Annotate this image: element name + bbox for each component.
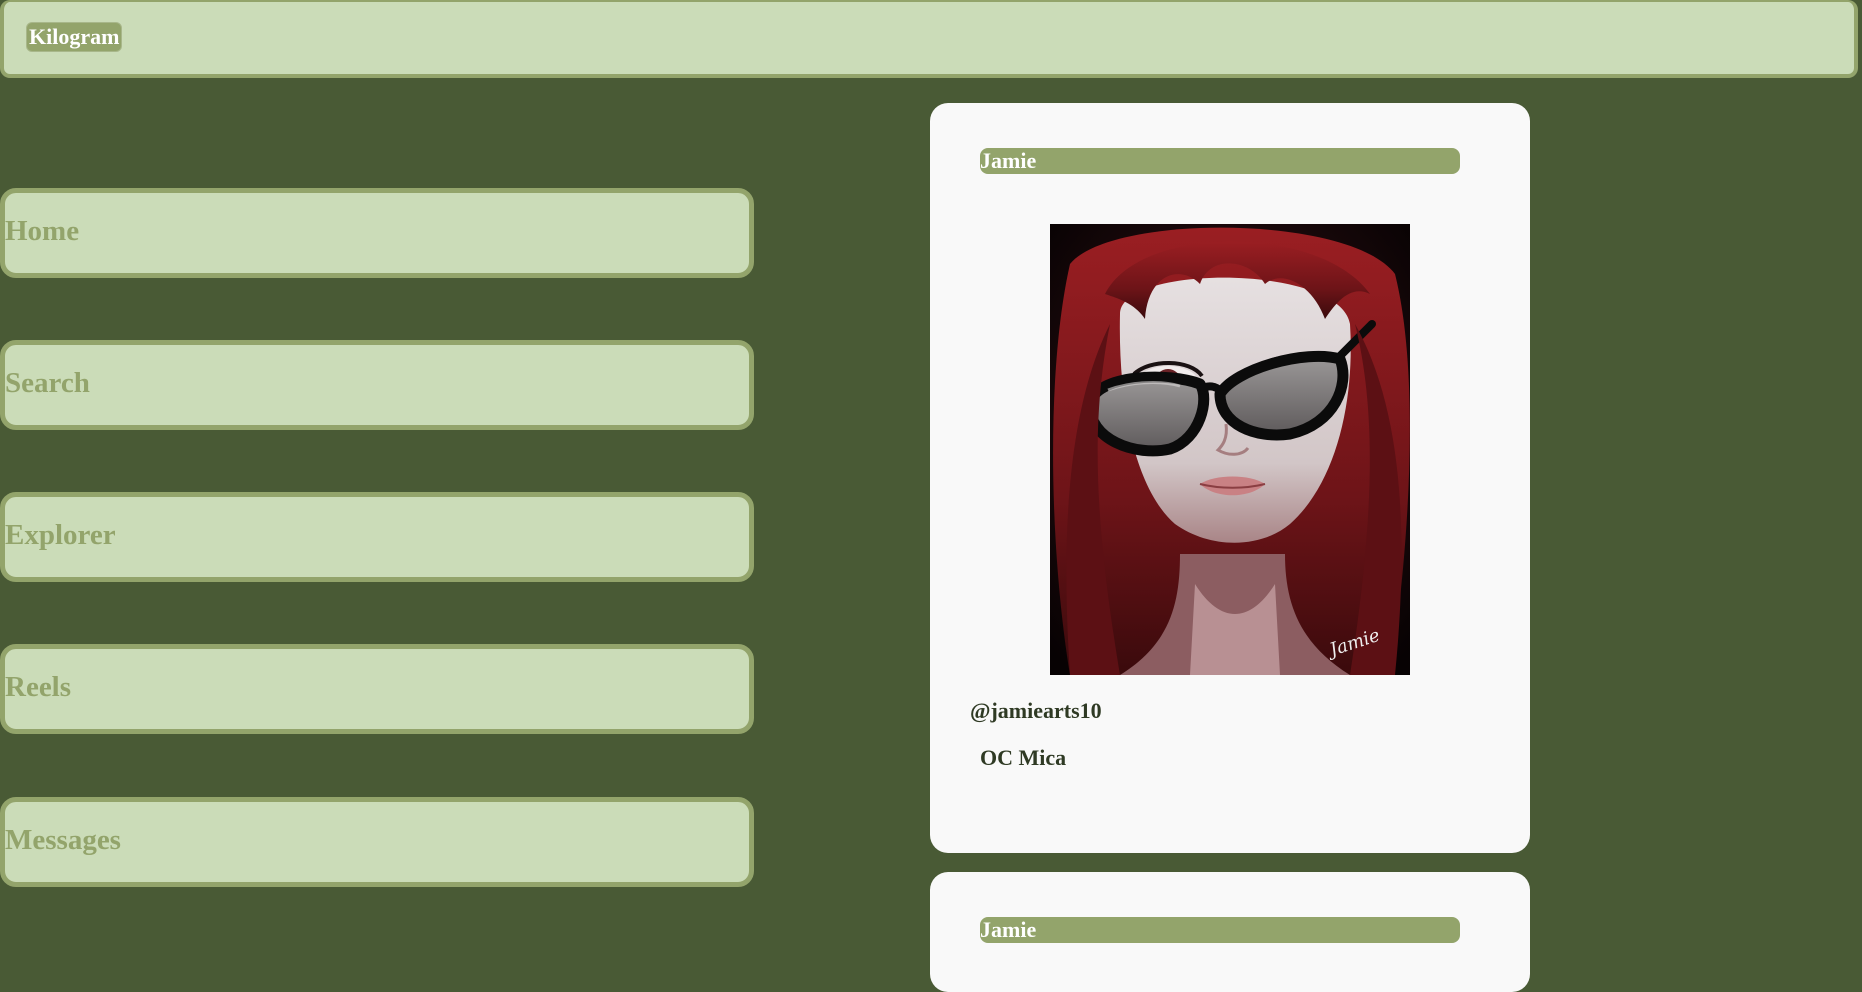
post-caption: OC Mica xyxy=(980,745,1067,770)
post-handle-link[interactable]: @jamiearts10 xyxy=(970,697,1102,725)
post-author[interactable]: Jamie xyxy=(980,148,1460,174)
top-bar: Kilogram xyxy=(0,0,1858,78)
portrait-illustration: Jamie xyxy=(1050,224,1410,675)
post-card: Jamie xyxy=(930,103,1530,853)
app-logo[interactable]: Kilogram xyxy=(26,22,123,52)
nav-item-label: Reels xyxy=(5,671,72,703)
nav-item-label: Messages xyxy=(5,824,121,856)
nav-item-messages[interactable]: Messages xyxy=(0,797,754,887)
nav-item-search[interactable]: Search xyxy=(0,340,754,430)
nav-item-label: Home xyxy=(5,215,80,247)
nav-item-home[interactable]: Home xyxy=(0,188,754,278)
nav-item-label: Search xyxy=(5,367,90,399)
nav-item-explorer[interactable]: Explorer xyxy=(0,492,754,582)
post-card: Jamie xyxy=(930,872,1530,992)
post-author[interactable]: Jamie xyxy=(980,917,1460,943)
nav-item-label: Explorer xyxy=(5,519,116,551)
post-image[interactable]: Jamie xyxy=(1050,224,1410,675)
nav-item-reels[interactable]: Reels xyxy=(0,644,754,734)
